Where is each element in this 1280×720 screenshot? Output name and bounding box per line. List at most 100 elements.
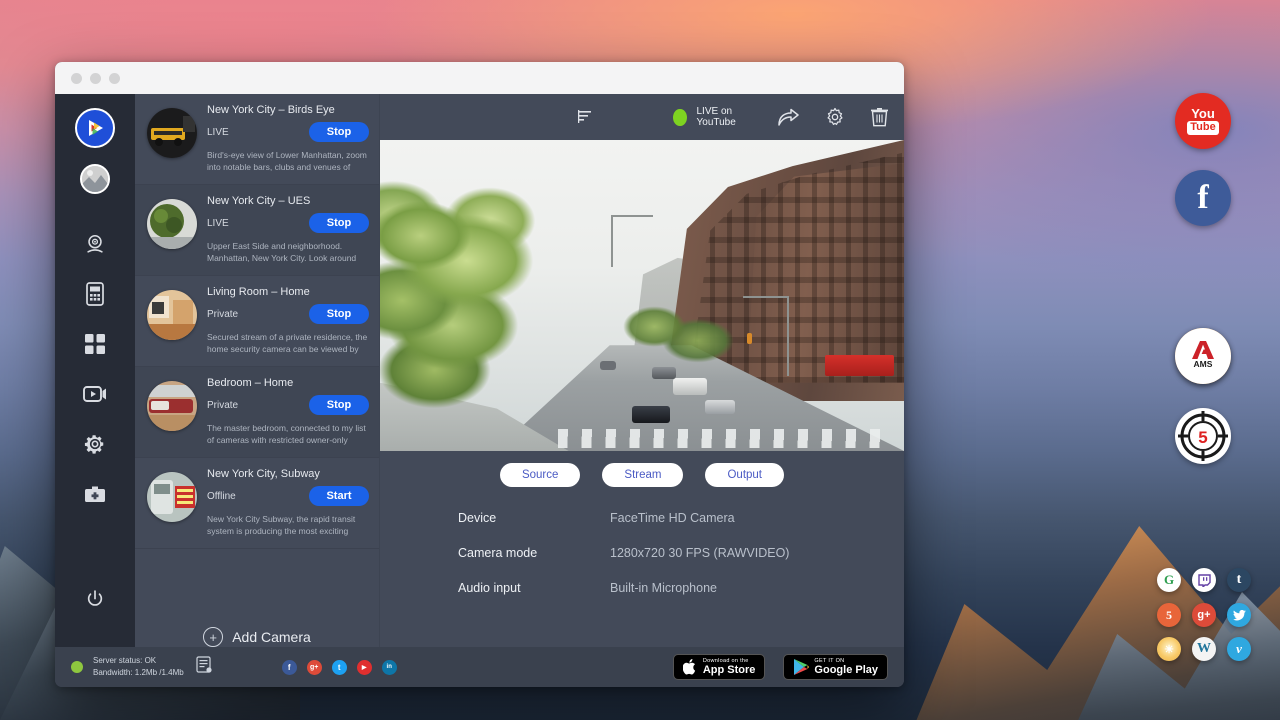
detail-value[interactable]: 1280x720 30 FPS (RAWVIDEO): [610, 546, 789, 560]
camera-action-button[interactable]: Stop: [309, 122, 369, 142]
detail-row: Camera mode 1280x720 30 FPS (RAWVIDEO): [458, 546, 904, 560]
camera-title: New York City, Subway: [207, 468, 369, 480]
title-bar[interactable]: [55, 62, 904, 94]
camera-thumbnail: [147, 108, 197, 158]
desktop-icon-vimeo[interactable]: v: [1227, 637, 1251, 661]
desktop-icon-tumblr[interactable]: t: [1227, 568, 1251, 592]
tumblr-glyph: t: [1237, 572, 1242, 588]
preview-car-5: [600, 361, 616, 370]
delete-button[interactable]: [871, 107, 888, 127]
desktop-icon-wordpress[interactable]: W: [1192, 637, 1216, 661]
apple-icon: [683, 658, 698, 676]
camera-title: New York City – Birds Eye: [207, 104, 369, 116]
grasshopper-glyph: G: [1164, 572, 1174, 588]
tab-stream[interactable]: Stream: [602, 463, 683, 487]
sidebar-item-toolkit[interactable]: [75, 474, 115, 514]
webcam-icon: [84, 233, 106, 255]
camera-list[interactable]: New York City – Birds Eye LIVE Stop Bird…: [135, 94, 379, 599]
footer-icon-twitter[interactable]: t: [332, 660, 347, 675]
footer-icon-facebook[interactable]: f: [282, 660, 297, 675]
desktop-icon-flare[interactable]: ☀: [1157, 637, 1181, 661]
tab-source[interactable]: Source: [500, 463, 580, 487]
camera-action-button[interactable]: Start: [309, 486, 369, 506]
camera-status: Private: [207, 309, 238, 320]
close-button[interactable]: [71, 73, 82, 84]
add-camera-button[interactable]: + Add Camera: [135, 599, 379, 647]
minimize-button[interactable]: [90, 73, 101, 84]
footer-icon-googleplus[interactable]: g+: [307, 660, 322, 675]
desktop-icon-facebook[interactable]: f: [1175, 170, 1231, 226]
sidebar-item-webcam[interactable]: [75, 224, 115, 264]
tab-output[interactable]: Output: [705, 463, 784, 487]
desktop-icon-target5[interactable]: 5: [1175, 408, 1231, 464]
sidebar-item-grid[interactable]: [75, 324, 115, 364]
preview-awning: [825, 355, 893, 377]
camera-status: LIVE: [207, 127, 229, 138]
preview-crosswalk: [558, 429, 883, 448]
wordpress-glyph: W: [1197, 641, 1211, 657]
main-toolbar: LIVE on YouTube: [380, 94, 904, 140]
preview-car-1: [632, 406, 670, 423]
log-button[interactable]: [196, 656, 212, 678]
camera-action-button[interactable]: Stop: [309, 304, 369, 324]
desktop-icon-youtube[interactable]: You Tube: [1175, 93, 1231, 149]
desktop-icon-googleplus[interactable]: g+: [1192, 603, 1216, 627]
server-status-dot: [71, 661, 83, 673]
ams-label: AMS: [1194, 359, 1213, 370]
camera-list-item[interactable]: New York City, Subway Offline Start New …: [135, 458, 379, 549]
app-logo[interactable]: [75, 108, 115, 148]
camera-description: Bird's-eye view of Lower Manhattan, zoom…: [207, 149, 369, 174]
googleplay-badge[interactable]: GET IT ON Google Play: [783, 654, 888, 680]
source-details: Device FaceTime HD Camera Camera mode 12…: [380, 497, 904, 647]
linkedin-glyph: in: [387, 664, 392, 670]
detail-value[interactable]: Built-in Microphone: [610, 581, 717, 595]
desktop-icon-twitch[interactable]: [1192, 568, 1216, 592]
camera-list-item[interactable]: Living Room – Home Private Stop Secured …: [135, 276, 379, 367]
camera-action-button[interactable]: Stop: [309, 213, 369, 233]
camera-status: Private: [207, 400, 238, 411]
camera-status-row: LIVE Stop: [207, 213, 369, 233]
camera-thumbnail: [147, 472, 197, 522]
desktop-icon-grasshopper[interactable]: G: [1157, 568, 1181, 592]
maximize-button[interactable]: [109, 73, 120, 84]
gear-icon: [84, 433, 106, 455]
avatar-image: [82, 166, 108, 192]
thumb-bedroom: [147, 381, 197, 431]
desktop-icon-adobe-ams-main-visible[interactable]: AMS: [1175, 328, 1231, 384]
video-preview[interactable]: [380, 140, 904, 451]
appstore-text: Download on the App Store: [703, 658, 756, 677]
camera-list-item[interactable]: New York City – UES LIVE Stop Upper East…: [135, 185, 379, 276]
camera-list-item[interactable]: Bedroom – Home Private Stop The master b…: [135, 367, 379, 458]
settings-button[interactable]: [825, 107, 845, 127]
camera-info: New York City – UES LIVE Stop Upper East…: [207, 195, 369, 265]
footer-icon-linkedin[interactable]: in: [382, 660, 397, 675]
twitter-glyph: t: [338, 663, 341, 672]
grid-icon: [85, 334, 105, 354]
camera-thumbnail: [147, 290, 197, 340]
sort-button[interactable]: [578, 109, 595, 125]
preview-traffic-light: [747, 333, 752, 344]
preview-car-3: [673, 378, 707, 395]
preview-lamp-arm: [611, 215, 653, 217]
desktop-icon-twitter[interactable]: [1227, 603, 1251, 627]
footer-icon-youtube[interactable]: ▶: [357, 660, 372, 675]
share-button[interactable]: [778, 108, 799, 126]
add-camera-label: Add Camera: [232, 629, 311, 645]
thumb-ues: [147, 199, 197, 249]
footer-social-links: f g+ t ▶ in: [282, 660, 397, 675]
detail-value[interactable]: FaceTime HD Camera: [610, 511, 735, 525]
user-avatar[interactable]: [80, 164, 110, 194]
sidebar-item-power[interactable]: [75, 579, 115, 619]
detail-row: Device FaceTime HD Camera: [458, 511, 904, 525]
youtube-label-2: Tube: [1187, 121, 1218, 135]
facebook-glyph: f: [1197, 179, 1208, 217]
log-icon: [196, 656, 212, 673]
flare-glyph: ☀: [1164, 643, 1174, 656]
desktop-icon-rss[interactable]: 5: [1157, 603, 1181, 627]
sidebar-item-video[interactable]: [75, 374, 115, 414]
camera-list-item[interactable]: New York City – Birds Eye LIVE Stop Bird…: [135, 94, 379, 185]
sidebar-item-settings[interactable]: [75, 424, 115, 464]
sidebar-item-device[interactable]: [75, 274, 115, 314]
appstore-badge[interactable]: Download on the App Store: [673, 654, 766, 680]
camera-action-button[interactable]: Stop: [309, 395, 369, 415]
